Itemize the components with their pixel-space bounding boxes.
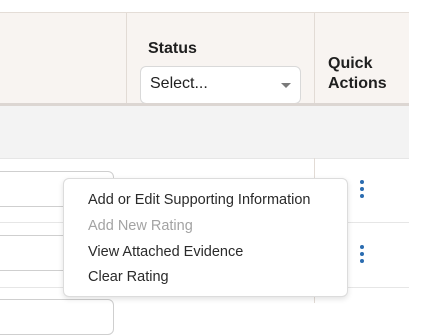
column-divider (314, 13, 315, 105)
menu-item-view-evidence[interactable]: View Attached Evidence (88, 244, 243, 260)
chevron-down-icon (281, 83, 291, 88)
menu-item-add-new-rating: Add New Rating (88, 218, 193, 234)
group-row (0, 106, 409, 159)
status-column-title: Status (148, 40, 197, 57)
quick-actions-column-title: Quick Actions (328, 55, 387, 92)
menu-item-clear-rating[interactable]: Clear Rating (88, 269, 169, 285)
status-select[interactable]: Select... (140, 66, 301, 104)
column-divider (126, 13, 127, 105)
status-select-value: Select... (150, 75, 208, 92)
kebab-menu-icon[interactable] (356, 245, 368, 267)
table-header: Status Select... Quick Actions (0, 12, 409, 105)
rating-input[interactable] (0, 299, 114, 335)
quick-actions-menu: Add or Edit Supporting Information Add N… (63, 178, 348, 297)
kebab-menu-icon[interactable] (356, 180, 368, 202)
menu-item-edit-supporting-info[interactable]: Add or Edit Supporting Information (88, 192, 310, 208)
